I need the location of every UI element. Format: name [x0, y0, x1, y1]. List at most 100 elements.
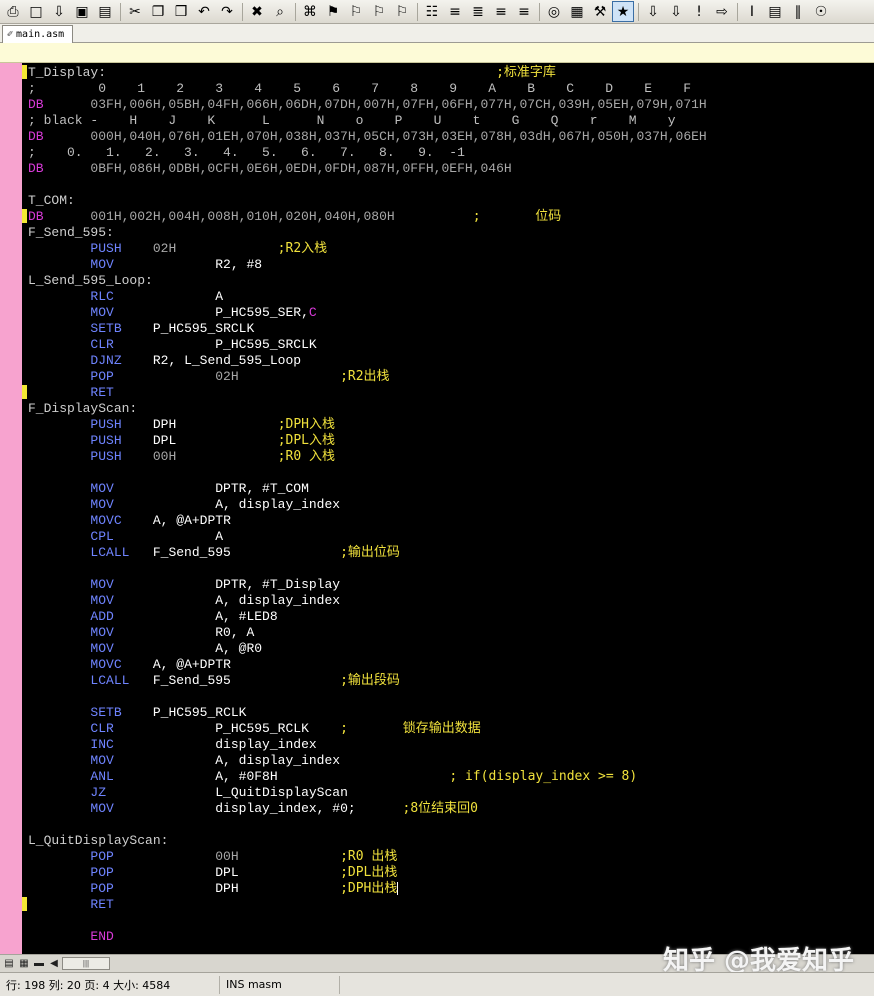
toolbar-button-icon[interactable]: ☉ [810, 1, 832, 22]
code-line[interactable]: CLR P_HC595_SRCLK [28, 337, 874, 353]
toolbar-button-icon[interactable]: ! [688, 1, 710, 22]
toolbar-button-icon[interactable]: ⇩ [48, 1, 70, 22]
toolbar-button-icon[interactable]: ⚒ [589, 1, 611, 22]
code-line[interactable]: T_Display: ;标准字库 [28, 65, 874, 81]
code-line[interactable]: LCALL F_Send_595 ;输出段码 [28, 673, 874, 689]
toolbar-button-icon[interactable]: ≣ [467, 1, 489, 22]
code-line[interactable]: MOV A, @R0 [28, 641, 874, 657]
toolbar-button-icon[interactable]: ▤ [94, 1, 116, 22]
code-line[interactable]: DB 0BFH,086H,0DBH,0CFH,0E6H,0EDH,0FDH,08… [28, 161, 874, 177]
toolbar-button-icon[interactable]: ❒ [170, 1, 192, 22]
code-line[interactable]: POP 02H ;R2出栈 [28, 369, 874, 385]
code-line[interactable]: INC display_index [28, 737, 874, 753]
view-outline-icon[interactable]: ▬ [32, 957, 46, 970]
code-line[interactable]: MOV A, display_index [28, 497, 874, 513]
view-normal-icon[interactable]: ▤ [2, 957, 16, 970]
toolbar-button-icon[interactable]: ▤ [764, 1, 786, 22]
code-editor[interactable]: T_Display: ;标准字库; 0 1 2 3 4 5 6 7 8 9 A … [0, 63, 874, 954]
code-line[interactable]: MOV A, display_index [28, 753, 874, 769]
code-line[interactable]: ; 0. 1. 2. 3. 4. 5. 6. 7. 8. 9. -1 [28, 145, 874, 161]
code-line[interactable]: RLC A [28, 289, 874, 305]
code-line[interactable]: CPL A [28, 529, 874, 545]
scroll-left-icon[interactable]: ◀ [47, 957, 61, 970]
toolbar-button-icon[interactable]: ▣ [71, 1, 93, 22]
view-split-icon[interactable]: ▦ [17, 957, 31, 970]
toolbar-button-icon[interactable]: ≡ [444, 1, 466, 22]
code-line[interactable] [28, 817, 874, 833]
toolbar-button-icon[interactable]: ⚐ [345, 1, 367, 22]
code-line[interactable]: POP 00H ;R0 出栈 [28, 849, 874, 865]
toolbar-button-icon[interactable]: ⇩ [665, 1, 687, 22]
code-line[interactable]: MOV DPTR, #T_Display [28, 577, 874, 593]
toolbar-button-icon[interactable]: I [741, 1, 763, 22]
code-line[interactable]: LCALL F_Send_595 ;输出位码 [28, 545, 874, 561]
toolbar-button-icon[interactable]: ❐ [147, 1, 169, 22]
toolbar-button-icon[interactable]: ⚐ [368, 1, 390, 22]
code-line[interactable]: POP DPH ;DPH出栈 [28, 881, 874, 897]
code-line[interactable]: JZ L_QuitDisplayScan [28, 785, 874, 801]
code-line[interactable]: DB 001H,002H,004H,008H,010H,020H,040H,08… [28, 209, 874, 225]
toolbar-button-icon[interactable]: ✂ [124, 1, 146, 22]
code-line[interactable]: L_Send_595_Loop: [28, 273, 874, 289]
toolbar-button-icon[interactable]: ◎ [543, 1, 565, 22]
toolbar-button-icon[interactable]: ≡ [490, 1, 512, 22]
toolbar-button-icon[interactable]: □ [25, 1, 47, 22]
code-line[interactable]: MOV P_HC595_SER,C [28, 305, 874, 321]
toolbar-button-icon[interactable]: ✖ [246, 1, 268, 22]
toolbar-button-icon[interactable]: ▦ [566, 1, 588, 22]
code-token: DPH [215, 881, 239, 896]
code-line[interactable]: PUSH DPL ;DPL入栈 [28, 433, 874, 449]
toolbar-button-icon[interactable]: ↶ [193, 1, 215, 22]
code-line[interactable]: POP DPL ;DPL出栈 [28, 865, 874, 881]
toolbar-button-icon[interactable]: ∥ [787, 1, 809, 22]
toolbar-button-icon[interactable]: ⚐ [391, 1, 413, 22]
code-line[interactable]: MOVC A, @A+DPTR [28, 657, 874, 673]
code-line[interactable]: CLR P_HC595_RCLK ; 锁存输出数据 [28, 721, 874, 737]
toolbar-button-icon[interactable]: ⇩ [642, 1, 664, 22]
scroll-thumb[interactable]: ||| [62, 957, 110, 970]
code-line[interactable]: SETB P_HC595_RCLK [28, 705, 874, 721]
code-line[interactable] [28, 913, 874, 929]
tab-main-asm[interactable]: ✐ main.asm [2, 25, 74, 43]
line-gutter[interactable] [0, 63, 22, 954]
code-line[interactable]: MOV A, display_index [28, 593, 874, 609]
code-line[interactable]: MOVC A, @A+DPTR [28, 513, 874, 529]
toolbar-button-icon[interactable]: ☷ [421, 1, 443, 22]
code-line[interactable]: ANL A, #0F8H ; if(display_index >= 8) [28, 769, 874, 785]
toolbar-button-icon[interactable]: ⎙ [2, 1, 24, 22]
code-line[interactable]: MOV display_index, #0; ;8位结束回0 [28, 801, 874, 817]
code-line[interactable] [28, 689, 874, 705]
code-line[interactable]: PUSH 02H ;R2入栈 [28, 241, 874, 257]
code-line[interactable]: MOV R0, A [28, 625, 874, 641]
code-line[interactable]: ; black - H J K L N o P U t G Q r M y [28, 113, 874, 129]
code-line[interactable]: SETB P_HC595_SRCLK [28, 321, 874, 337]
code-line[interactable] [28, 465, 874, 481]
code-line[interactable]: T_COM: [28, 193, 874, 209]
toolbar-button-icon[interactable]: ≡ [513, 1, 535, 22]
toolbar-button-icon[interactable]: ⌘ [299, 1, 321, 22]
code-line[interactable]: F_Send_595: [28, 225, 874, 241]
code-line[interactable]: MOV R2, #8 [28, 257, 874, 273]
code-line[interactable]: DB 03FH,006H,05BH,04FH,066H,06DH,07DH,00… [28, 97, 874, 113]
code-line[interactable]: ; 0 1 2 3 4 5 6 7 8 9 A B C D E F [28, 81, 874, 97]
code-token: A, #0F8H [215, 769, 278, 784]
code-line[interactable]: ADD A, #LED8 [28, 609, 874, 625]
code-line[interactable]: RET [28, 385, 874, 401]
toolbar-button-icon[interactable]: ⚑ [322, 1, 344, 22]
code-line[interactable]: F_DisplayScan: [28, 401, 874, 417]
code-line[interactable] [28, 561, 874, 577]
code-line[interactable]: PUSH 00H ;R0 入栈 [28, 449, 874, 465]
code-line[interactable]: L_QuitDisplayScan: [28, 833, 874, 849]
toolbar-button-icon[interactable]: ⇨ [711, 1, 733, 22]
code-line[interactable] [28, 177, 874, 193]
code-line[interactable]: PUSH DPH ;DPH入栈 [28, 417, 874, 433]
toolbar-button-icon[interactable]: ↷ [216, 1, 238, 22]
code-line[interactable]: DJNZ R2, L_Send_595_Loop [28, 353, 874, 369]
toolbar-button-icon[interactable]: ★ [612, 1, 634, 22]
code-line[interactable]: DB 000H,040H,076H,01EH,070H,038H,037H,05… [28, 129, 874, 145]
toolbar-button-icon[interactable]: ⌕ [269, 1, 291, 22]
code-line[interactable]: RET [28, 897, 874, 913]
code-line[interactable]: MOV DPTR, #T_COM [28, 481, 874, 497]
